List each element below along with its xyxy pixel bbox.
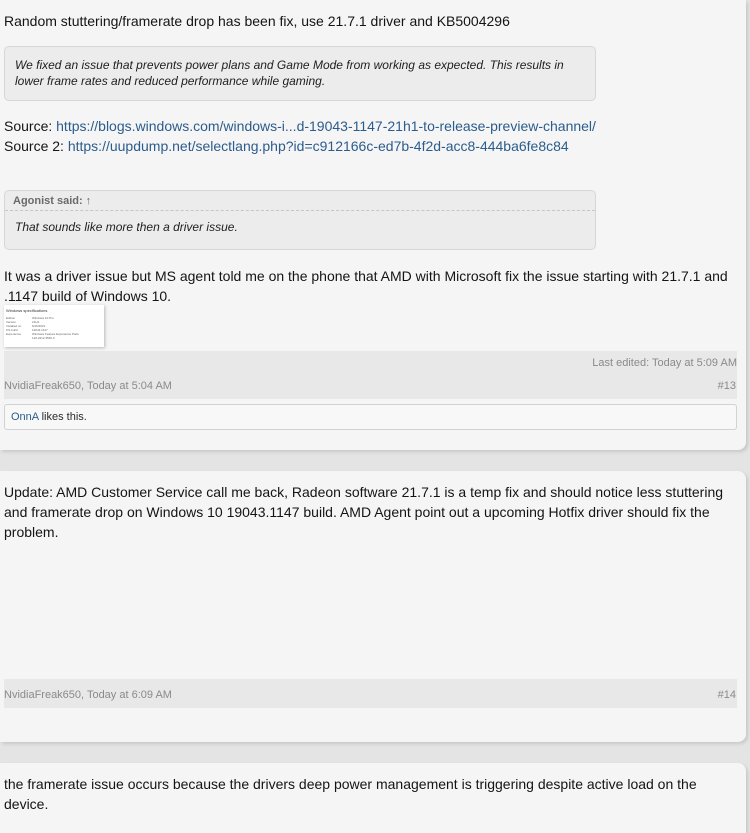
quote-text: We fixed an issue that prevents power pl… xyxy=(15,58,564,88)
post-intro-text: Random stuttering/framerate drop has bee… xyxy=(4,13,510,29)
post-author-time[interactable]: NvidiaFreak650, Today at 6:09 AM xyxy=(4,689,172,701)
user-quote-block: Agonist said: ↑ That sounds like more the… xyxy=(4,190,596,250)
source-link[interactable]: https://blogs.windows.com/windows-i...d-… xyxy=(56,118,596,134)
post-14: Update: AMD Customer Service call me bac… xyxy=(0,471,746,742)
source-line: Source: https://blogs.windows.com/window… xyxy=(4,116,596,136)
source-label: Source: xyxy=(4,118,57,134)
jump-to-quote-icon[interactable]: ↑ xyxy=(86,195,92,207)
quote-author-name[interactable]: Agonist said: xyxy=(13,195,83,207)
post-text: the framerate issue occurs because the d… xyxy=(4,776,697,812)
liker-link[interactable]: OnnA xyxy=(11,411,39,423)
likes-bar: OnnA likes this. xyxy=(4,404,737,430)
post-13: Random stuttering/framerate drop has bee… xyxy=(0,0,746,450)
source2-link[interactable]: https://uupdump.net/selectlang.php?id=c9… xyxy=(68,138,569,154)
thumb-title: Windows specifications xyxy=(6,308,48,313)
post-author-time[interactable]: NvidiaFreak650, Today at 5:04 AM xyxy=(4,380,172,392)
last-edited: Last edited: Today at 5:09 AM xyxy=(592,357,737,369)
quote-text: That sounds like more then a driver issu… xyxy=(15,220,238,234)
post-update-text: Update: AMD Customer Service call me bac… xyxy=(4,484,724,540)
post-number-link[interactable]: #13 xyxy=(718,380,736,392)
post-next: the framerate issue occurs because the d… xyxy=(0,763,746,833)
reply-text: It was a driver issue but MS agent told … xyxy=(4,268,728,304)
quote-author[interactable]: Agonist said: ↑ xyxy=(5,191,595,211)
source2-line: Source 2: https://uupdump.net/selectlang… xyxy=(4,136,569,156)
post-number-link[interactable]: #14 xyxy=(718,689,736,701)
quote-block: We fixed an issue that prevents power pl… xyxy=(4,46,596,101)
likes-text: likes this. xyxy=(38,411,87,423)
source2-label: Source 2: xyxy=(4,138,68,154)
thumb-row: Experience Windows Feature Experience Pac… xyxy=(6,332,79,340)
attachment-thumbnail[interactable]: Windows specifications Edition Windows 10… xyxy=(4,305,104,347)
